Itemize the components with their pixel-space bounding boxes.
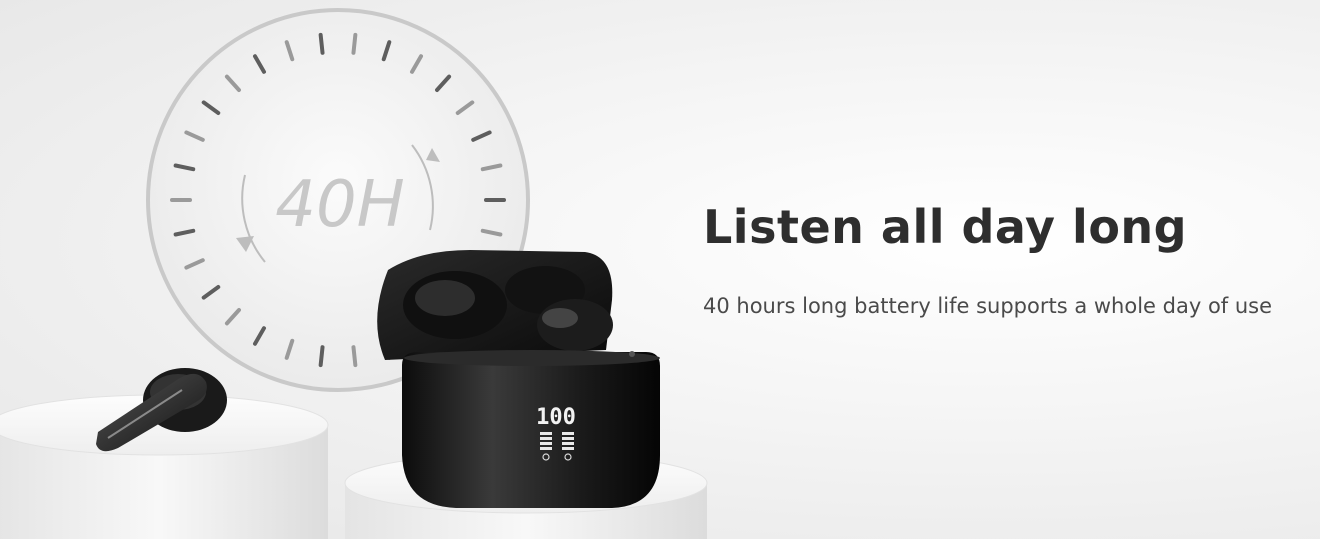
dial-tick (351, 32, 358, 55)
dial-label: 40H (275, 168, 405, 242)
product-illustration: 40H 100 (0, 8, 708, 539)
charging-case: 100 (377, 250, 660, 508)
product-banner: 40H 100 Listen all day long 40 hours lon… (0, 0, 1320, 539)
headline: Listen all day long (703, 200, 1188, 254)
dial-tick (318, 32, 325, 55)
dial-tick (318, 345, 325, 368)
dial-tick (351, 345, 358, 368)
battery-percent: 100 (536, 405, 576, 430)
subheadline: 40 hours long battery life supports a wh… (703, 294, 1273, 318)
